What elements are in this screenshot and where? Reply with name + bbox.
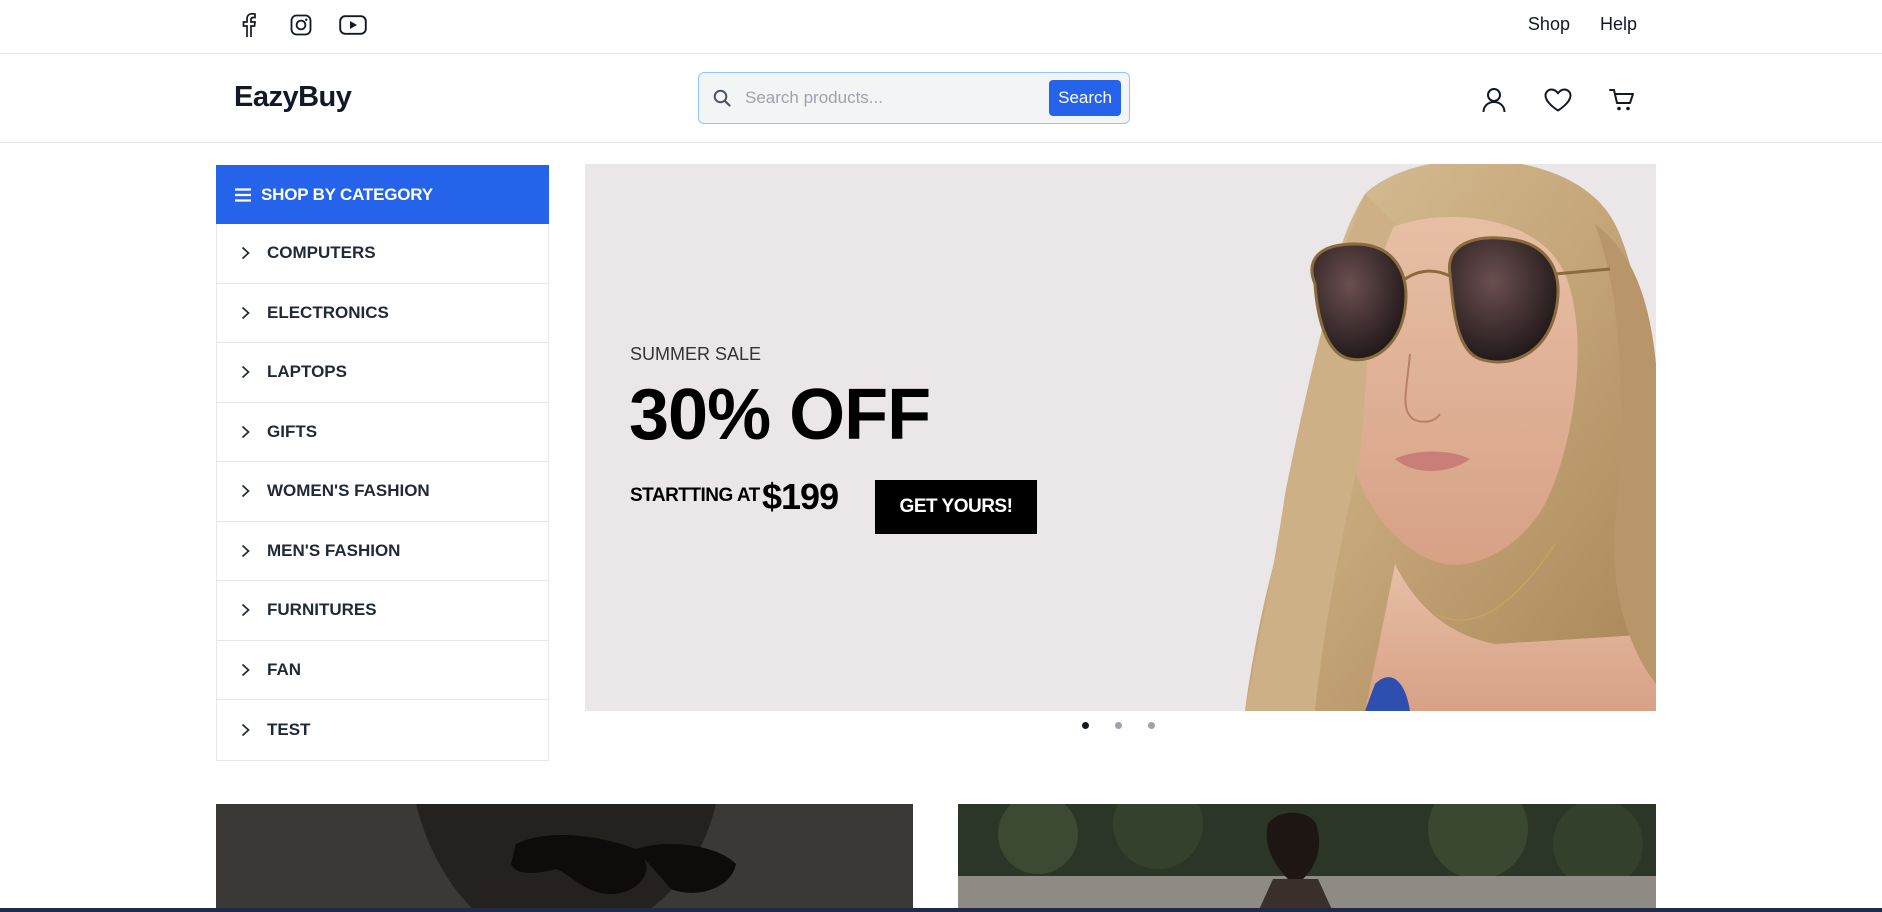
category-item-label: LAPTOPS — [267, 362, 347, 382]
category-item-label: GIFTS — [267, 421, 318, 441]
banner-price: $199 — [762, 476, 839, 517]
category-item-label: FAN — [267, 659, 301, 679]
carousel-dot-2[interactable] — [1115, 722, 1122, 729]
bottom-edge-bar — [0, 908, 1882, 912]
category-item-test[interactable]: TEST — [217, 700, 548, 760]
category-item-label: COMPUTERS — [267, 243, 376, 263]
category-item-laptops[interactable]: LAPTOPS — [217, 343, 548, 403]
category-header[interactable]: SHOP BY CATEGORY — [216, 165, 549, 224]
category-item-furnitures[interactable]: FURNITURES — [217, 581, 548, 641]
category-item-fan[interactable]: FAN — [217, 641, 548, 700]
promo-card-right[interactable] — [958, 804, 1656, 912]
chevron-right-icon — [241, 365, 253, 379]
instagram-icon[interactable] — [286, 12, 316, 38]
site-logo[interactable]: EazyBuy — [234, 81, 352, 114]
main-header: EazyBuy Search — [0, 54, 1882, 143]
chevron-right-icon — [241, 723, 253, 737]
banner-starting-label: STARTTING AT — [630, 485, 760, 506]
help-link[interactable]: Help — [1600, 14, 1637, 35]
social-links — [234, 12, 368, 38]
promo-card-left[interactable] — [216, 804, 913, 912]
top-bar: Shop Help — [0, 0, 1882, 54]
chevron-right-icon — [241, 246, 253, 260]
shop-link[interactable]: Shop — [1528, 14, 1570, 35]
chevron-right-icon — [241, 484, 253, 498]
user-icon[interactable] — [1478, 84, 1510, 116]
heart-icon[interactable] — [1542, 84, 1574, 116]
search-input[interactable] — [745, 88, 1050, 108]
banner-model-photo — [1245, 164, 1656, 711]
category-item-gifts[interactable]: GIFTS — [217, 403, 548, 462]
get-yours-button[interactable]: GET YOURS! — [875, 480, 1037, 534]
category-item-electronics[interactable]: ELECTRONICS — [217, 284, 548, 343]
category-sidebar: SHOP BY CATEGORY COMPUTERS ELECTRONICS L… — [216, 165, 549, 761]
menu-icon — [235, 187, 253, 202]
banner-subtitle: SUMMER SALE — [630, 344, 762, 364]
facebook-icon[interactable] — [234, 12, 264, 38]
category-item-mens-fashion[interactable]: MEN'S FASHION — [217, 522, 548, 581]
category-item-label: WOMEN'S FASHION — [267, 481, 430, 501]
carousel-dot-3[interactable] — [1148, 722, 1155, 729]
cart-icon[interactable] — [1606, 84, 1638, 116]
category-item-label: ELECTRONICS — [267, 302, 389, 322]
category-header-label: SHOP BY CATEGORY — [261, 184, 433, 204]
search-bar: Search — [698, 72, 1130, 124]
chevron-right-icon — [241, 425, 253, 439]
promo-right-photo — [958, 804, 1656, 912]
top-links: Shop Help — [1528, 14, 1637, 35]
youtube-icon[interactable] — [338, 12, 368, 38]
carousel-dots — [1082, 722, 1155, 729]
chevron-right-icon — [241, 663, 253, 677]
chevron-right-icon — [241, 603, 253, 617]
category-list: COMPUTERS ELECTRONICS LAPTOPS GIFTS WOME… — [216, 224, 549, 761]
category-item-label: FURNITURES — [267, 600, 377, 620]
category-item-label: MEN'S FASHION — [267, 540, 401, 560]
search-icon — [713, 87, 735, 109]
search-button[interactable]: Search — [1049, 80, 1121, 116]
chevron-right-icon — [241, 306, 253, 320]
promo-left-photo — [216, 804, 913, 912]
category-item-womens-fashion[interactable]: WOMEN'S FASHION — [217, 462, 548, 522]
category-item-label: TEST — [267, 719, 311, 739]
carousel-dot-1[interactable] — [1082, 722, 1089, 729]
banner-title: 30% OFF — [629, 375, 931, 455]
hero-banner[interactable]: SUMMER SALE 30% OFF STARTTING AT $199 GE… — [585, 164, 1656, 711]
category-item-computers[interactable]: COMPUTERS — [217, 224, 548, 284]
header-actions — [1478, 84, 1638, 116]
chevron-right-icon — [241, 544, 253, 558]
